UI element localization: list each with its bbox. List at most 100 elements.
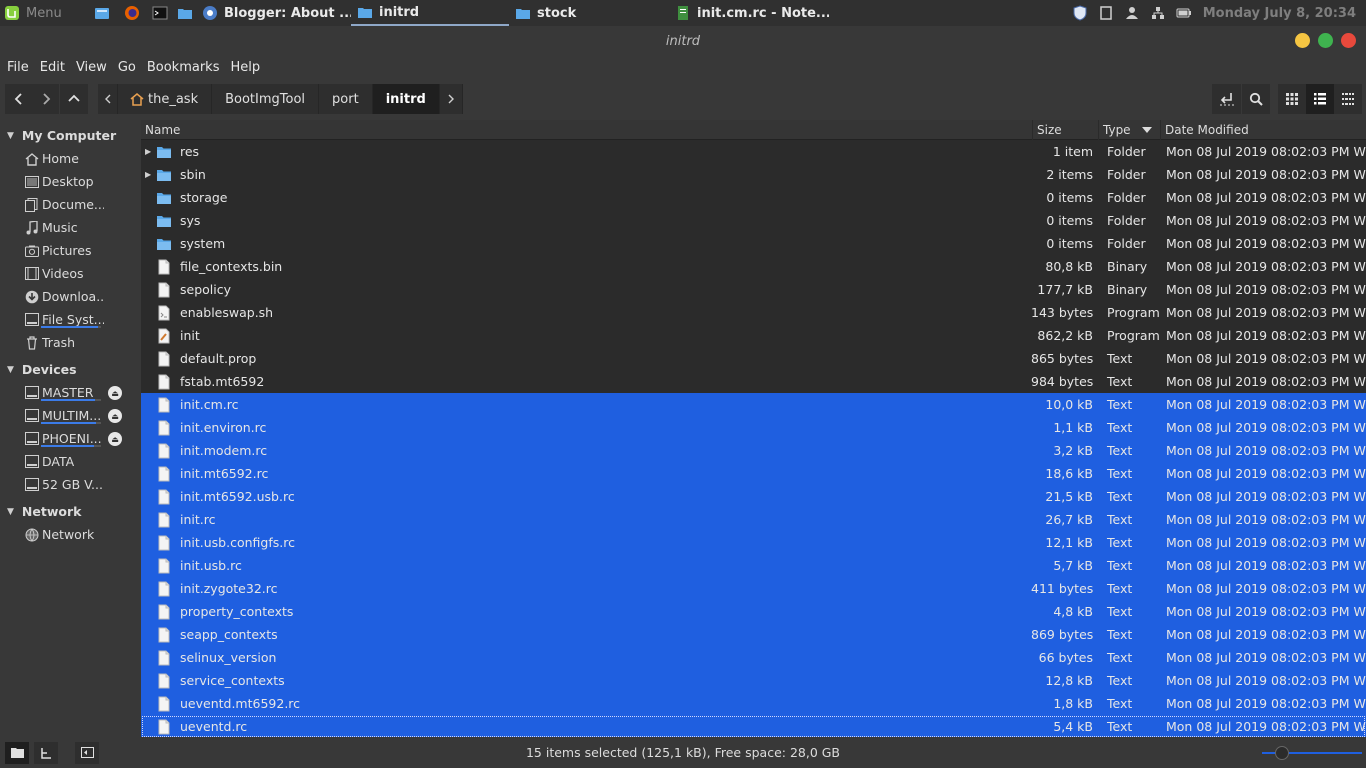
- sidebar-item-phoeni[interactable]: PHOENI... ⏏: [0, 427, 141, 450]
- column-date[interactable]: Date Modified: [1161, 120, 1366, 140]
- breadcrumb-initrd[interactable]: initrd: [372, 84, 440, 114]
- back-button[interactable]: [5, 84, 32, 114]
- file-row[interactable]: default.prop 865 bytes Text Mon 08 Jul 2019…: [141, 347, 1366, 370]
- clipboard-icon[interactable]: [1098, 5, 1114, 21]
- file-row[interactable]: seapp_contexts 869 bytes Text Mon 08 Jul 20…: [141, 623, 1366, 646]
- file-row[interactable]: ueventd.rc 5,4 kB Text Mon 08 Jul 2019 08:0…: [141, 715, 1366, 737]
- maximize-button[interactable]: [1318, 33, 1333, 48]
- file-row[interactable]: init.rc 26,7 kB Text Mon 08 Jul 2019 08:02:…: [141, 508, 1366, 531]
- list-view-button[interactable]: [1306, 84, 1334, 114]
- sidebar-item-data[interactable]: DATA: [0, 450, 141, 473]
- file-row[interactable]: init.modem.rc 3,2 kB Text Mon 08 Jul 2019 0…: [141, 439, 1366, 462]
- launcher-terminal[interactable]: [146, 0, 171, 26]
- close-button[interactable]: [1341, 33, 1356, 48]
- file-row[interactable]: fstab.mt6592 984 bytes Text Mon 08 Jul 2019…: [141, 370, 1366, 393]
- launcher-folder[interactable]: [171, 0, 196, 26]
- sidebar-item-file-syst[interactable]: File Syst...: [0, 308, 141, 331]
- expander-right-icon[interactable]: ▶: [145, 147, 156, 156]
- sidebar-item-music[interactable]: Music: [0, 216, 141, 239]
- icon-view-button[interactable]: [1278, 84, 1306, 114]
- sidebar-item-multim[interactable]: MULTIM... ⏏: [0, 404, 141, 427]
- file-row[interactable]: ▶ sbin 2 items Folder Mon 08 Jul 2019 08:02:…: [141, 163, 1366, 186]
- sidebar-section-network[interactable]: ▼ Network: [0, 500, 141, 523]
- task-notepad[interactable]: init.cm.rc - Note...: [669, 0, 829, 26]
- column-name[interactable]: Name: [141, 120, 1033, 140]
- task-initrd[interactable]: initrd: [351, 0, 509, 26]
- menu-help[interactable]: Help: [226, 60, 264, 75]
- file-row[interactable]: system 0 items Folder Mon 08 Jul 2019 08:02…: [141, 232, 1366, 255]
- file-row[interactable]: init.environ.rc 1,1 kB Text Mon 08 Jul 2019…: [141, 416, 1366, 439]
- show-treeview-button[interactable]: [34, 741, 58, 764]
- file-row[interactable]: sepolicy 177,7 kB Binary Mon 08 Jul 2019 08…: [141, 278, 1366, 301]
- sidebar-item-docume[interactable]: Docume...: [0, 193, 141, 216]
- zoom-slider-handle[interactable]: [1275, 746, 1289, 760]
- show-places-button[interactable]: [5, 741, 29, 764]
- file-row[interactable]: init.usb.rc 5,7 kB Text Mon 08 Jul 2019 08:…: [141, 554, 1366, 577]
- menu-file[interactable]: File: [3, 60, 33, 75]
- breadcrumb-scroll-right[interactable]: [439, 84, 463, 114]
- text-file-icon: [156, 489, 172, 505]
- file-row[interactable]: storage 0 items Folder Mon 08 Jul 2019 08:0…: [141, 186, 1366, 209]
- network-icon[interactable]: [1150, 5, 1166, 21]
- task-stock[interactable]: stock: [509, 0, 669, 26]
- sidebar-item-videos[interactable]: Videos: [0, 262, 141, 285]
- file-row[interactable]: init.mt6592.rc 18,6 kB Text Mon 08 Jul 2019…: [141, 462, 1366, 485]
- file-row[interactable]: sys 0 items Folder Mon 08 Jul 2019 08:02:03…: [141, 209, 1366, 232]
- menu-go[interactable]: Go: [114, 60, 140, 75]
- file-row[interactable]: selinux_version 66 bytes Text Mon 08 Jul 20…: [141, 646, 1366, 669]
- file-row[interactable]: init.zygote32.rc 411 bytes Text Mon 08 Jul …: [141, 577, 1366, 600]
- column-size[interactable]: Size: [1033, 120, 1099, 140]
- column-type[interactable]: Type: [1099, 120, 1161, 140]
- user-icon[interactable]: [1124, 5, 1140, 21]
- expander-right-icon[interactable]: ▶: [145, 170, 156, 179]
- file-row[interactable]: init.cm.rc 10,0 kB Text Mon 08 Jul 2019 08:…: [141, 393, 1366, 416]
- battery-icon[interactable]: [1176, 5, 1192, 21]
- menu-bookmarks[interactable]: Bookmarks: [143, 60, 224, 75]
- file-row[interactable]: property_contexts 4,8 kB Text Mon 08 Jul 20…: [141, 600, 1366, 623]
- eject-icon[interactable]: ⏏: [108, 386, 122, 400]
- toggle-location-button[interactable]: [1212, 84, 1241, 114]
- launcher-files[interactable]: [88, 0, 118, 26]
- file-row[interactable]: ▶ res 1 item Folder Mon 08 Jul 2019 08:02:03…: [141, 140, 1366, 163]
- forward-button[interactable]: [32, 84, 59, 114]
- sidebar-item-network[interactable]: Network: [0, 523, 141, 546]
- file-row[interactable]: init.usb.configfs.rc 12,1 kB Text Mon 08 Ju…: [141, 531, 1366, 554]
- eject-icon[interactable]: ⏏: [108, 432, 122, 446]
- breadcrumb-the-ask[interactable]: the_ask: [118, 84, 213, 114]
- sidebar-item-home[interactable]: Home: [0, 147, 141, 170]
- sidebar-item-trash[interactable]: Trash: [0, 331, 141, 354]
- sidebar-item-label: DATA: [42, 454, 75, 469]
- file-date: Mon 08 Jul 2019 08:02:03 PM WITA: [1166, 167, 1366, 182]
- menu-edit[interactable]: Edit: [36, 60, 69, 75]
- sidebar-item-52-gb-v[interactable]: 52 GB V...: [0, 473, 141, 496]
- sidebar-item-pictures[interactable]: Pictures: [0, 239, 141, 262]
- breadcrumb-bootimgtool[interactable]: BootImgTool: [212, 84, 320, 114]
- file-row[interactable]: init 862,2 kB Program Mon 08 Jul 2019 08:02…: [141, 324, 1366, 347]
- sidebar-item-desktop[interactable]: Desktop: [0, 170, 141, 193]
- up-button[interactable]: [60, 84, 88, 114]
- file-row[interactable]: service_contexts 12,8 kB Text Mon 08 Jul 20…: [141, 669, 1366, 692]
- file-row[interactable]: enableswap.sh 143 bytes Program Mon 08 Jul …: [141, 301, 1366, 324]
- breadcrumb-port[interactable]: port: [319, 84, 373, 114]
- minimize-button[interactable]: [1295, 33, 1310, 48]
- menu-view[interactable]: View: [72, 60, 111, 75]
- clock[interactable]: Monday July 8, 20:34: [1197, 6, 1366, 21]
- breadcrumb-scroll-left[interactable]: [98, 84, 118, 114]
- sidebar-section-devices[interactable]: ▼ Devices: [0, 358, 141, 381]
- sidebar-item-downloa[interactable]: Downloa...: [0, 285, 141, 308]
- file-row[interactable]: init.mt6592.usb.rc 21,5 kB Text Mon 08 Jul …: [141, 485, 1366, 508]
- file-row[interactable]: file_contexts.bin 80,8 kB Binary Mon 08 Jul…: [141, 255, 1366, 278]
- task-blogger[interactable]: Blogger: About ...: [196, 0, 351, 26]
- sidebar-item-master[interactable]: MASTER ⏏: [0, 381, 141, 404]
- menu-button[interactable]: Menu: [0, 0, 88, 26]
- launcher-firefox[interactable]: [118, 0, 146, 26]
- compact-view-button[interactable]: [1334, 84, 1362, 114]
- search-button[interactable]: [1242, 84, 1270, 114]
- file-name: service_contexts: [180, 673, 285, 688]
- file-row[interactable]: ueventd.mt6592.rc 1,8 kB Text Mon 08 Jul 20…: [141, 692, 1366, 715]
- window-titlebar[interactable]: initrd: [0, 26, 1366, 56]
- shield-icon[interactable]: [1072, 5, 1088, 21]
- sidebar-section-my-computer[interactable]: ▼ My Computer: [0, 124, 141, 147]
- hide-sidebar-button[interactable]: [75, 741, 99, 764]
- eject-icon[interactable]: ⏏: [108, 409, 122, 423]
